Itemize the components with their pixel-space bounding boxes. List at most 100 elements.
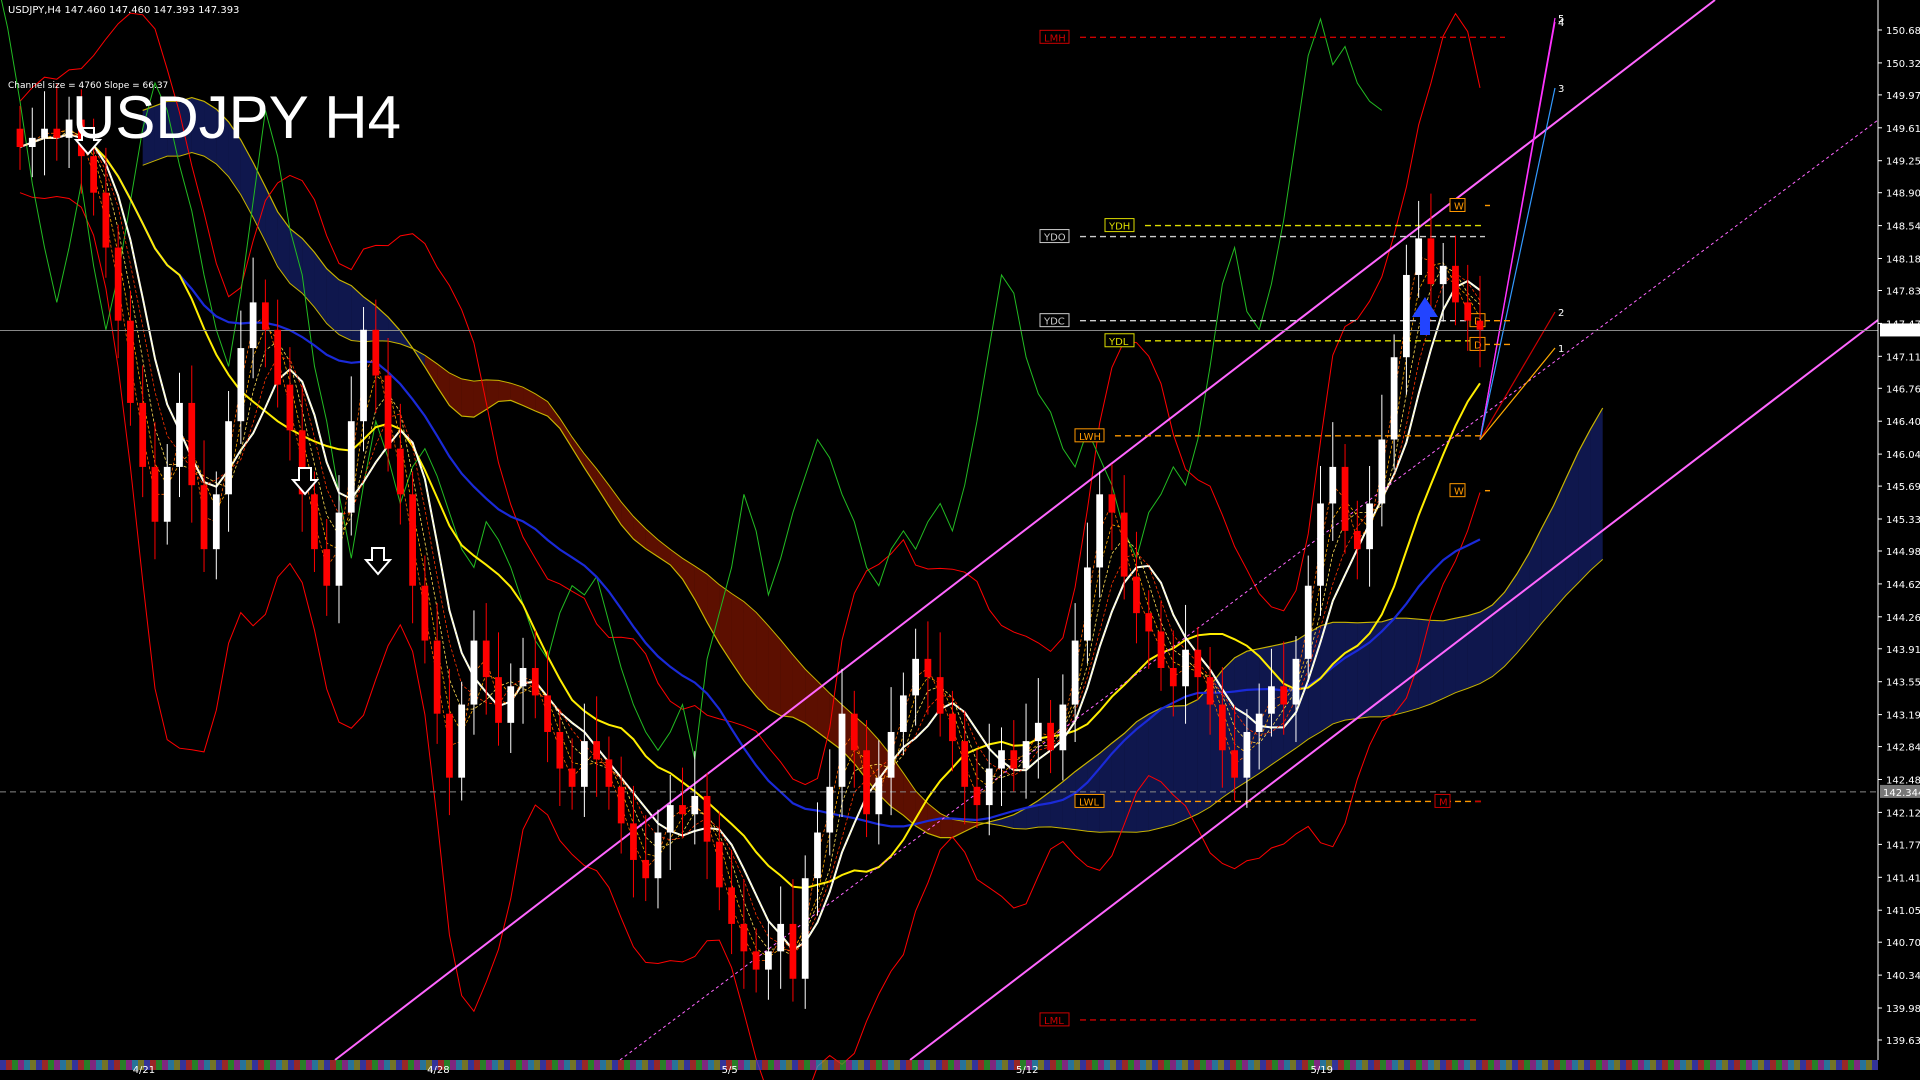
- price-tick-label: 146.760: [1886, 384, 1920, 395]
- time-strip: [1578, 1060, 1584, 1070]
- time-strip: [1734, 1060, 1740, 1070]
- time-strip: [516, 1060, 522, 1070]
- time-strip: [1650, 1060, 1656, 1070]
- time-strip: [78, 1060, 84, 1070]
- candle-body: [90, 156, 97, 193]
- time-strip: [1794, 1060, 1800, 1070]
- time-strip: [1464, 1060, 1470, 1070]
- time-strip: [882, 1060, 888, 1070]
- time-strip: [1782, 1060, 1788, 1070]
- price-tick-label: 144.980: [1886, 547, 1920, 558]
- time-strip: [102, 1060, 108, 1070]
- time-strip: [1740, 1060, 1746, 1070]
- time-strip: [1218, 1060, 1224, 1070]
- time-strip: [1500, 1060, 1506, 1070]
- time-strip: [1392, 1060, 1398, 1070]
- time-strip: [210, 1060, 216, 1070]
- candle-body: [1182, 649, 1189, 687]
- time-strip: [570, 1060, 576, 1070]
- time-strip: [1080, 1060, 1086, 1070]
- time-strip: [1824, 1060, 1830, 1070]
- time-strip: [1002, 1060, 1008, 1070]
- time-strip: [1296, 1060, 1302, 1070]
- time-strip: [174, 1060, 180, 1070]
- candle-body: [740, 923, 748, 952]
- time-strip: [1092, 1060, 1098, 1070]
- candle-body: [617, 786, 625, 824]
- candle-body: [1341, 466, 1349, 531]
- candle-body: [654, 832, 662, 879]
- time-strip: [1752, 1060, 1758, 1070]
- price-tick-label: 143.550: [1886, 678, 1920, 689]
- candle-body: [924, 658, 932, 678]
- cloud-segment: [756, 612, 769, 710]
- time-strip: [1746, 1060, 1752, 1070]
- price-tick-label: 144.620: [1886, 580, 1920, 591]
- time-strip: [180, 1060, 186, 1070]
- time-strip: [378, 1060, 384, 1070]
- time-strip: [990, 1060, 996, 1070]
- candle-body: [1464, 302, 1472, 321]
- candle-body: [777, 923, 785, 952]
- candle-body: [985, 768, 993, 806]
- level-label-lml: LML: [1044, 1016, 1064, 1027]
- date-tick-label: 5/12: [1016, 1065, 1038, 1076]
- time-strip: [792, 1060, 798, 1070]
- projection-label: 3: [1558, 84, 1564, 95]
- price-tick-label: 150.680: [1886, 26, 1920, 37]
- price-tick-label: 142.120: [1886, 808, 1920, 819]
- time-strip: [1182, 1060, 1188, 1070]
- time-strip: [108, 1060, 114, 1070]
- time-strip: [1542, 1060, 1548, 1070]
- time-strip: [1638, 1060, 1644, 1070]
- time-strip: [1302, 1060, 1308, 1070]
- candle-body: [850, 713, 858, 751]
- time-strip: [648, 1060, 654, 1070]
- time-strip: [1812, 1060, 1818, 1070]
- candle-body: [482, 640, 490, 678]
- cloud-segment: [1087, 753, 1100, 833]
- candle-body: [139, 402, 147, 467]
- cloud-segment: [338, 279, 352, 341]
- time-strip: [1356, 1060, 1362, 1070]
- time-strip: [852, 1060, 858, 1070]
- cloud-segment: [1430, 620, 1444, 705]
- time-strip: [480, 1060, 486, 1070]
- price-tick-label: 147.110: [1886, 352, 1920, 363]
- time-strip: [1758, 1060, 1764, 1070]
- time-strip: [804, 1060, 810, 1070]
- candle-body: [151, 466, 159, 522]
- time-strip: [630, 1060, 636, 1070]
- time-strip: [390, 1060, 396, 1070]
- time-strip: [744, 1060, 750, 1070]
- time-strip: [1776, 1060, 1782, 1070]
- candle-body: [1096, 494, 1104, 568]
- candle-body: [1378, 439, 1386, 504]
- time-strip: [960, 1060, 966, 1070]
- cloud-segment: [743, 601, 757, 696]
- time-strip: [918, 1060, 924, 1070]
- time-strip: [984, 1060, 990, 1070]
- time-strip: [264, 1060, 270, 1070]
- price-tick-label: 149.970: [1886, 91, 1920, 102]
- time-strip: [492, 1060, 498, 1070]
- time-strip: [306, 1060, 312, 1070]
- time-strip: [702, 1060, 708, 1070]
- level-label-lmh: LMH: [1044, 33, 1066, 44]
- price-chart[interactable]: 54321 LMHYDOYDHYDCYDLLWHLWLLMLWWDDM 150.…: [0, 0, 1920, 1080]
- time-strip: [1836, 1060, 1842, 1070]
- cloud-segment: [1357, 622, 1370, 719]
- time-strip: [30, 1060, 36, 1070]
- price-tick-label: 146.040: [1886, 450, 1920, 461]
- level-label-w: W: [1454, 201, 1464, 212]
- time-strip: [258, 1060, 264, 1070]
- time-strip: [948, 1060, 954, 1070]
- time-strip: [60, 1060, 66, 1070]
- candle-body: [1390, 357, 1398, 440]
- time-strip: [930, 1060, 936, 1070]
- time-strip: [1086, 1060, 1092, 1070]
- time-strip: [1458, 1060, 1464, 1070]
- time-strip: [126, 1060, 132, 1070]
- time-strip: [228, 1060, 234, 1070]
- time-strip: [912, 1060, 918, 1070]
